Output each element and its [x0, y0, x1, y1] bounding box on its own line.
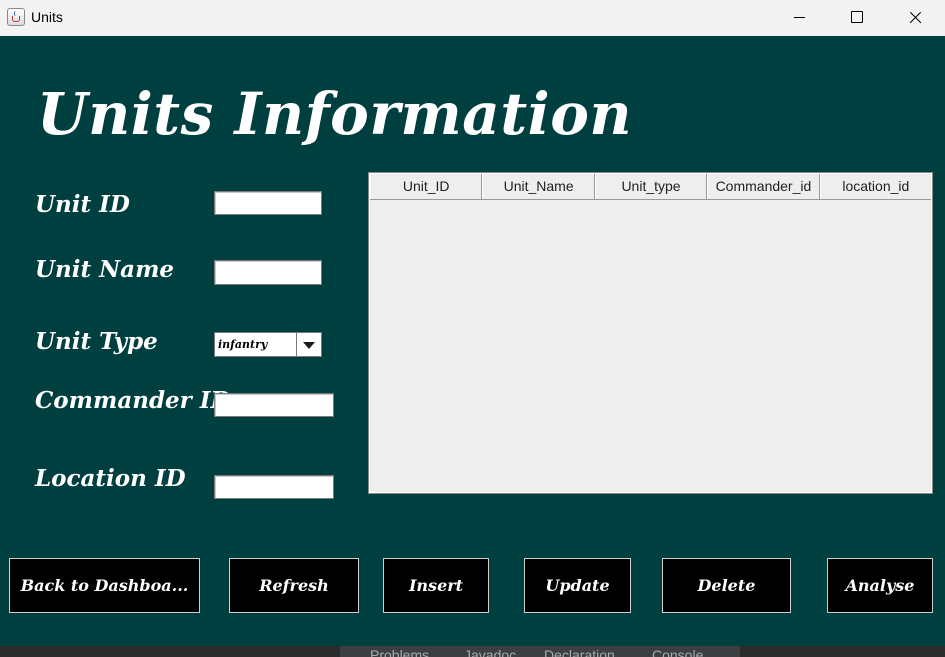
- page-title: Units Information: [37, 80, 633, 148]
- table-header: Unit_ID Unit_Name Unit_type Commander_id…: [370, 174, 931, 200]
- window-titlebar: Units: [0, 0, 945, 36]
- analyse-button[interactable]: Analyse: [827, 558, 933, 613]
- location-id-label: Location ID: [35, 465, 186, 492]
- window-title: Units: [31, 9, 63, 25]
- ide-tab-problems[interactable]: Problems: [370, 647, 429, 657]
- column-header-commander-id[interactable]: Commander_id: [707, 174, 820, 199]
- maximize-icon[interactable]: [827, 0, 885, 36]
- location-id-field[interactable]: [214, 475, 334, 499]
- java-app-icon: [7, 8, 25, 26]
- units-table[interactable]: Unit_ID Unit_Name Unit_type Commander_id…: [368, 172, 933, 494]
- commander-id-label: Commander ID: [35, 387, 231, 414]
- refresh-button[interactable]: Refresh: [229, 558, 359, 613]
- unit-type-dropdown[interactable]: infantry: [214, 332, 322, 357]
- main-panel: Units Information Unit ID Unit Name Unit…: [0, 36, 945, 646]
- commander-id-field[interactable]: [214, 393, 334, 417]
- ide-tab-declaration[interactable]: Declaration: [544, 647, 615, 657]
- column-header-unit-type[interactable]: Unit_type: [594, 174, 708, 199]
- unit-id-label: Unit ID: [35, 191, 130, 218]
- ide-tab-console[interactable]: Console: [652, 647, 703, 657]
- unit-name-field[interactable]: [214, 260, 322, 285]
- delete-button[interactable]: Delete: [662, 558, 791, 613]
- unit-type-label: Unit Type: [35, 328, 158, 355]
- unit-name-label: Unit Name: [35, 256, 175, 283]
- ide-tab-javadoc[interactable]: Javadoc: [464, 647, 516, 657]
- update-button[interactable]: Update: [524, 558, 631, 613]
- back-to-dashboard-button[interactable]: Back to Dashboa...: [9, 558, 200, 613]
- chevron-down-icon[interactable]: [296, 333, 321, 356]
- unit-id-field[interactable]: [214, 191, 322, 215]
- column-header-unit-name[interactable]: Unit_Name: [482, 174, 595, 199]
- close-icon[interactable]: [886, 0, 944, 36]
- minimize-icon[interactable]: [770, 0, 828, 36]
- insert-button[interactable]: Insert: [383, 558, 489, 613]
- column-header-location-id[interactable]: location_id: [819, 174, 931, 199]
- unit-type-selected: infantry: [218, 338, 268, 351]
- ide-tab-bar: Problems Javadoc Declaration Console: [340, 646, 740, 657]
- column-header-unit-id[interactable]: Unit_ID: [370, 174, 483, 199]
